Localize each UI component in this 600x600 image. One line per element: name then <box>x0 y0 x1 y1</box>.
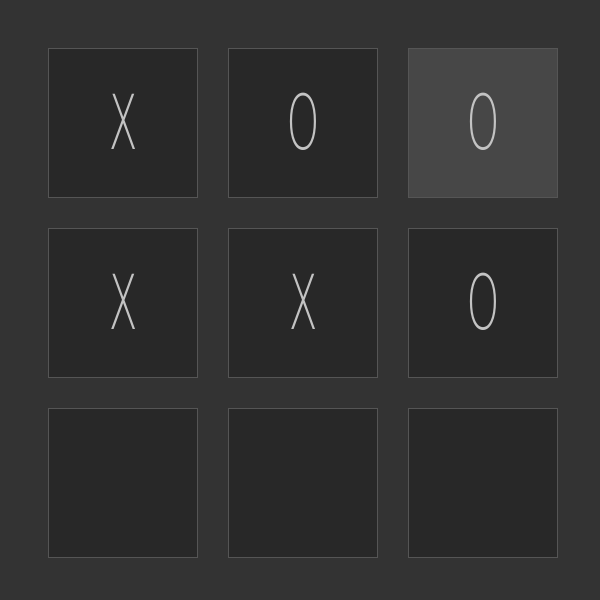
board-cell-r3c1[interactable] <box>48 408 198 558</box>
cell-mark: O <box>286 78 320 167</box>
board-cell-r2c1[interactable]: X <box>48 228 198 378</box>
board-cell-r2c3[interactable]: O <box>408 228 558 378</box>
cell-mark: O <box>466 258 500 347</box>
tic-tac-toe-board: X O O X X O <box>48 48 558 558</box>
board-cell-r3c3[interactable] <box>408 408 558 558</box>
cell-mark: X <box>108 78 138 167</box>
cell-mark: X <box>288 258 318 347</box>
cell-mark: O <box>466 78 500 167</box>
board-cell-r2c2[interactable]: X <box>228 228 378 378</box>
board-cell-r1c1[interactable]: X <box>48 48 198 198</box>
board-cell-r1c2[interactable]: O <box>228 48 378 198</box>
cell-mark: X <box>108 258 138 347</box>
board-cell-r1c3[interactable]: O <box>408 48 558 198</box>
board-cell-r3c2[interactable] <box>228 408 378 558</box>
